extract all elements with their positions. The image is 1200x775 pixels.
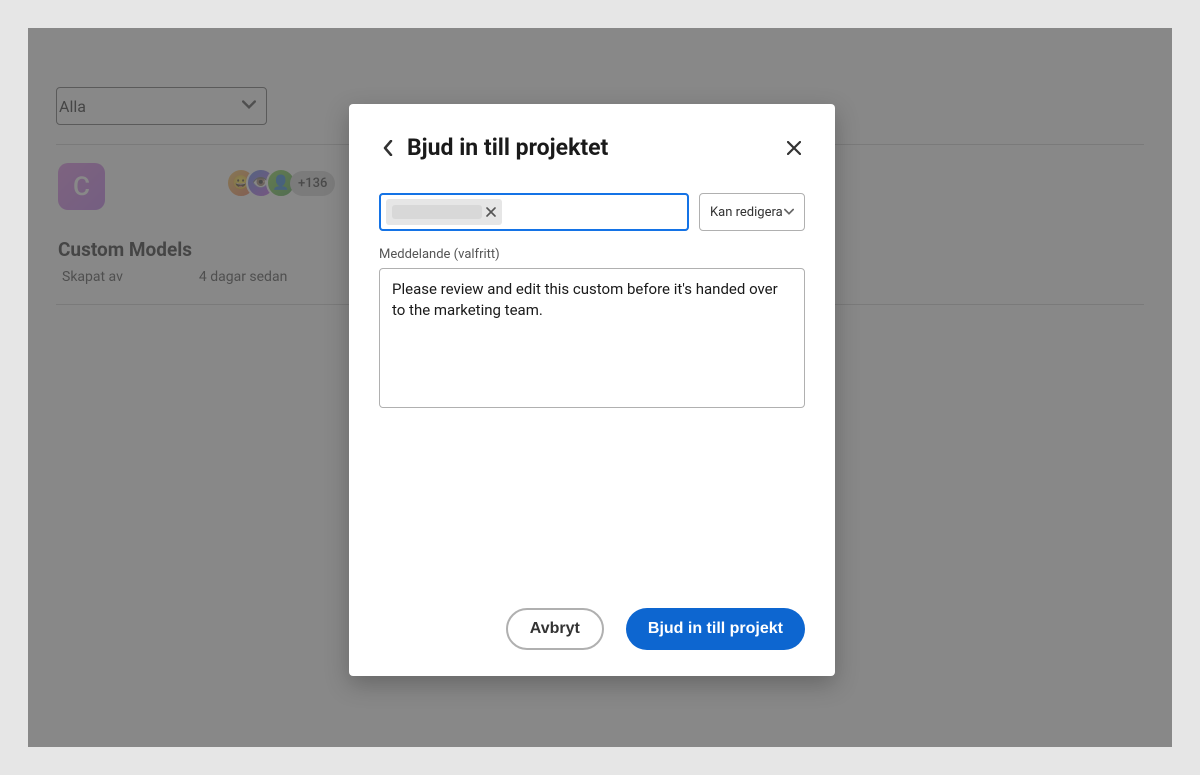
permission-select[interactable]: Kan redigera [699, 193, 805, 231]
recipient-chip[interactable] [386, 199, 502, 225]
modal-title: Bjud in till projektet [407, 134, 773, 161]
recipient-input[interactable] [379, 193, 689, 231]
permission-label: Kan redigera [710, 205, 783, 220]
message-textarea[interactable] [379, 268, 805, 408]
cancel-button[interactable]: Avbryt [506, 608, 604, 650]
invite-modal: Bjud in till projektet Kan redigera Medd… [349, 104, 835, 676]
invite-button[interactable]: Bjud in till projekt [626, 608, 805, 650]
close-icon [486, 207, 496, 217]
modal-footer: Avbryt Bjud in till projekt [379, 588, 805, 650]
back-button[interactable] [379, 140, 397, 156]
message-field-label: Meddelande (valfritt) [379, 247, 805, 262]
close-button[interactable] [783, 141, 805, 155]
chevron-left-icon [383, 140, 393, 156]
recipient-row: Kan redigera [379, 193, 805, 231]
chip-remove-button[interactable] [486, 207, 496, 217]
close-icon [787, 141, 801, 155]
chevron-down-icon [784, 208, 794, 216]
redacted-recipient [392, 205, 482, 219]
modal-header: Bjud in till projektet [379, 134, 805, 161]
